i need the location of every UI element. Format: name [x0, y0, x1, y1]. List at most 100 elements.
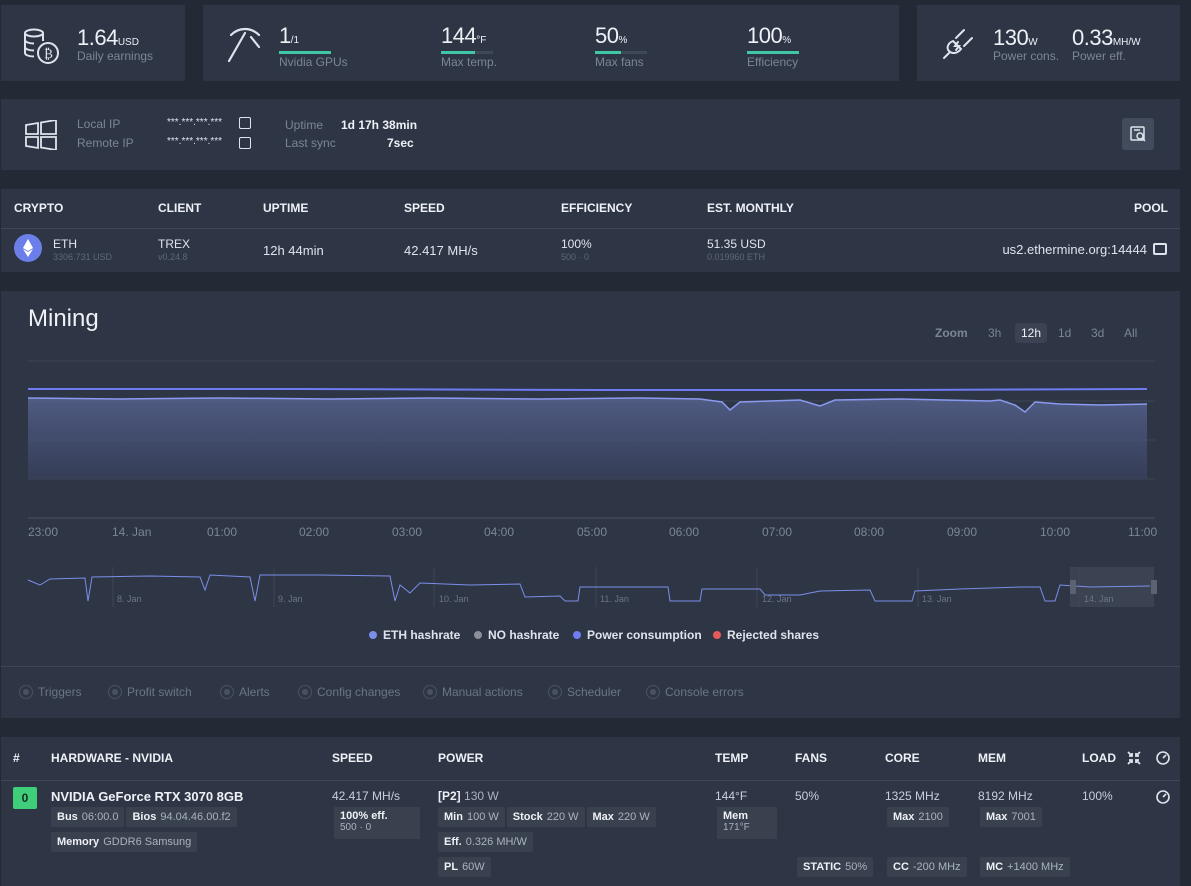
gpu-speed: 42.417 MH/s — [332, 789, 401, 803]
x-tick: 14. Jan — [112, 525, 152, 539]
gpu-stats-card: 1/1 Nvidia GPUs 144°F Max temp. 50% Max fan… — [203, 5, 899, 81]
peff-unit: MH/W — [1112, 37, 1141, 48]
x-tick: 23:00 — [28, 525, 59, 539]
power-max-chip: Max 220 W — [586, 807, 656, 827]
x-tick: 08:00 — [854, 525, 885, 539]
crypto-eff-sub: 500 · 0 — [561, 252, 590, 262]
range-12h[interactable]: 12h — [1015, 323, 1048, 343]
wallet-icon[interactable] — [1153, 243, 1167, 255]
crypto-eff: 100% — [561, 237, 592, 251]
crypto-uptime: 12h 44min — [263, 243, 324, 258]
navigator-handle-right[interactable] — [1151, 580, 1157, 594]
range-all[interactable]: All — [1118, 323, 1143, 343]
local-ip-label: Local IP — [77, 117, 121, 131]
gpus-total: /1 — [290, 35, 300, 46]
earnings-card: ₿ 1.64USD Daily earnings — [1, 5, 185, 81]
coins-icon: ₿ — [24, 28, 59, 64]
pool-address[interactable]: us2.ethermine.org:14444 — [1002, 242, 1147, 257]
col-power: POWER — [438, 751, 484, 765]
collapse-icon[interactable] — [1127, 751, 1141, 765]
x-tick: 01:00 — [207, 525, 238, 539]
toggle-profit-switch[interactable]: Profit switch — [108, 685, 192, 699]
copy-local-ip-icon[interactable] — [239, 117, 251, 129]
nav-tick: 10. Jan — [439, 594, 469, 604]
x-tick: 02:00 — [299, 525, 330, 539]
bus-chip: Bus 06:00.0 — [51, 807, 125, 827]
gpu-index-badge: 0 — [13, 787, 37, 809]
eff-label: Efficiency — [747, 55, 799, 69]
chart-title: Mining — [28, 305, 99, 332]
col-monthly: EST. MONTHLY — [707, 201, 794, 215]
temp-bar — [441, 51, 493, 54]
x-tick: 10:00 — [1040, 525, 1071, 539]
navigator-handle-left[interactable] — [1070, 580, 1076, 594]
range-3d[interactable]: 3d — [1085, 323, 1110, 343]
gpu-speedometer-icon[interactable] — [1156, 790, 1170, 804]
toggle-alerts[interactable]: Alerts — [220, 685, 270, 699]
fan-mode-chip[interactable]: STATIC 50% — [797, 857, 874, 877]
mem-clock-chip[interactable]: MC +1400 MHz — [980, 857, 1070, 877]
range-1d[interactable]: 1d — [1052, 323, 1077, 343]
bios-chip: Bios 94.04.46.00.f2 — [126, 807, 237, 827]
x-tick: 05:00 — [577, 525, 608, 539]
col-uptime: UPTIME — [263, 201, 309, 215]
nav-tick: 13. Jan — [922, 594, 952, 604]
windows-icon — [25, 120, 57, 150]
power-limit-chip[interactable]: PL 60W — [438, 857, 491, 877]
legend-rejected-shares[interactable]: Rejected shares — [713, 628, 819, 642]
coin-price: 3306.731 USD — [53, 252, 113, 262]
view-log-button[interactable] — [1122, 118, 1154, 150]
legend-no-hashrate[interactable]: NO hashrate — [474, 628, 559, 642]
x-tick: 11:00 — [1128, 525, 1158, 539]
copy-remote-ip-icon[interactable] — [239, 137, 251, 149]
col-mem: MEM — [978, 751, 1006, 765]
gpu-eff: 100% eff. — [340, 810, 388, 822]
col-pool: POOL — [1133, 201, 1168, 215]
gpu-info-chips: Bus 06:00.0 Bios 94.04.46.00.f2 — [51, 807, 239, 827]
legend-eth-hashrate[interactable]: ETH hashrate — [369, 628, 460, 642]
power-consumption-line — [28, 388, 1148, 391]
power-unit: W — [1028, 37, 1038, 48]
core-clock-chip[interactable]: CC -200 MHz — [887, 857, 967, 877]
toggle-console-errors[interactable]: Console errors — [646, 685, 744, 699]
col-temp: TEMP — [715, 751, 749, 765]
coin-name: ETH — [53, 237, 77, 251]
gpu-fans: 50% — [795, 789, 820, 803]
toggle-triggers[interactable]: Triggers — [19, 685, 82, 699]
power-value: 130 — [993, 25, 1029, 50]
divider — [1, 780, 1180, 781]
legend-power-consumption[interactable]: Power consumption — [573, 628, 702, 642]
range-3h[interactable]: 3h — [982, 323, 1007, 343]
toggle-config-changes[interactable]: Config changes — [298, 685, 400, 699]
peff-value: 0.33 — [1072, 25, 1113, 50]
gpu-load: 100% — [1082, 789, 1113, 803]
document-search-icon — [1130, 126, 1146, 142]
toggle-manual-actions[interactable]: Manual actions — [423, 685, 523, 699]
gpu-eff-sub: 500 · 0 — [340, 822, 372, 833]
crypto-speed: 42.417 MH/s — [404, 243, 478, 258]
x-tick: 07:00 — [762, 525, 793, 539]
chart-navigator[interactable] — [0, 565, 1191, 610]
hashrate-chart[interactable] — [0, 350, 1191, 530]
temp-value: 144 — [441, 23, 477, 48]
gpus-bar — [279, 51, 331, 54]
crypto-table: CRYPTO CLIENT UPTIME SPEED EFFICIENCY ES… — [1, 189, 1180, 272]
gpu-name: NVIDIA GeForce RTX 3070 8GB — [51, 789, 244, 804]
monthly-usd: 51.35 USD — [707, 237, 766, 251]
remote-ip-label: Remote IP — [77, 136, 134, 150]
gpu-eff-box: 100% eff. 500 · 0 — [334, 807, 420, 839]
x-tick: 03:00 — [392, 525, 423, 539]
mem-max-chip: Max 7001 — [980, 807, 1042, 827]
fans-label: Max fans — [595, 55, 644, 69]
divider — [1, 228, 1180, 229]
speedometer-icon[interactable] — [1156, 751, 1170, 765]
col-load: LOAD — [1082, 751, 1116, 765]
x-tick: 06:00 — [669, 525, 700, 539]
core-max-chip: Max 2100 — [887, 807, 949, 827]
uptime-value: 1d 17h 38min — [341, 118, 418, 132]
client-version: v0.24.8 — [158, 252, 188, 262]
col-speed: SPEED — [332, 751, 373, 765]
toggle-scheduler[interactable]: Scheduler — [548, 685, 621, 699]
nav-tick: 11. Jan — [600, 594, 629, 604]
eth-icon — [14, 234, 42, 262]
